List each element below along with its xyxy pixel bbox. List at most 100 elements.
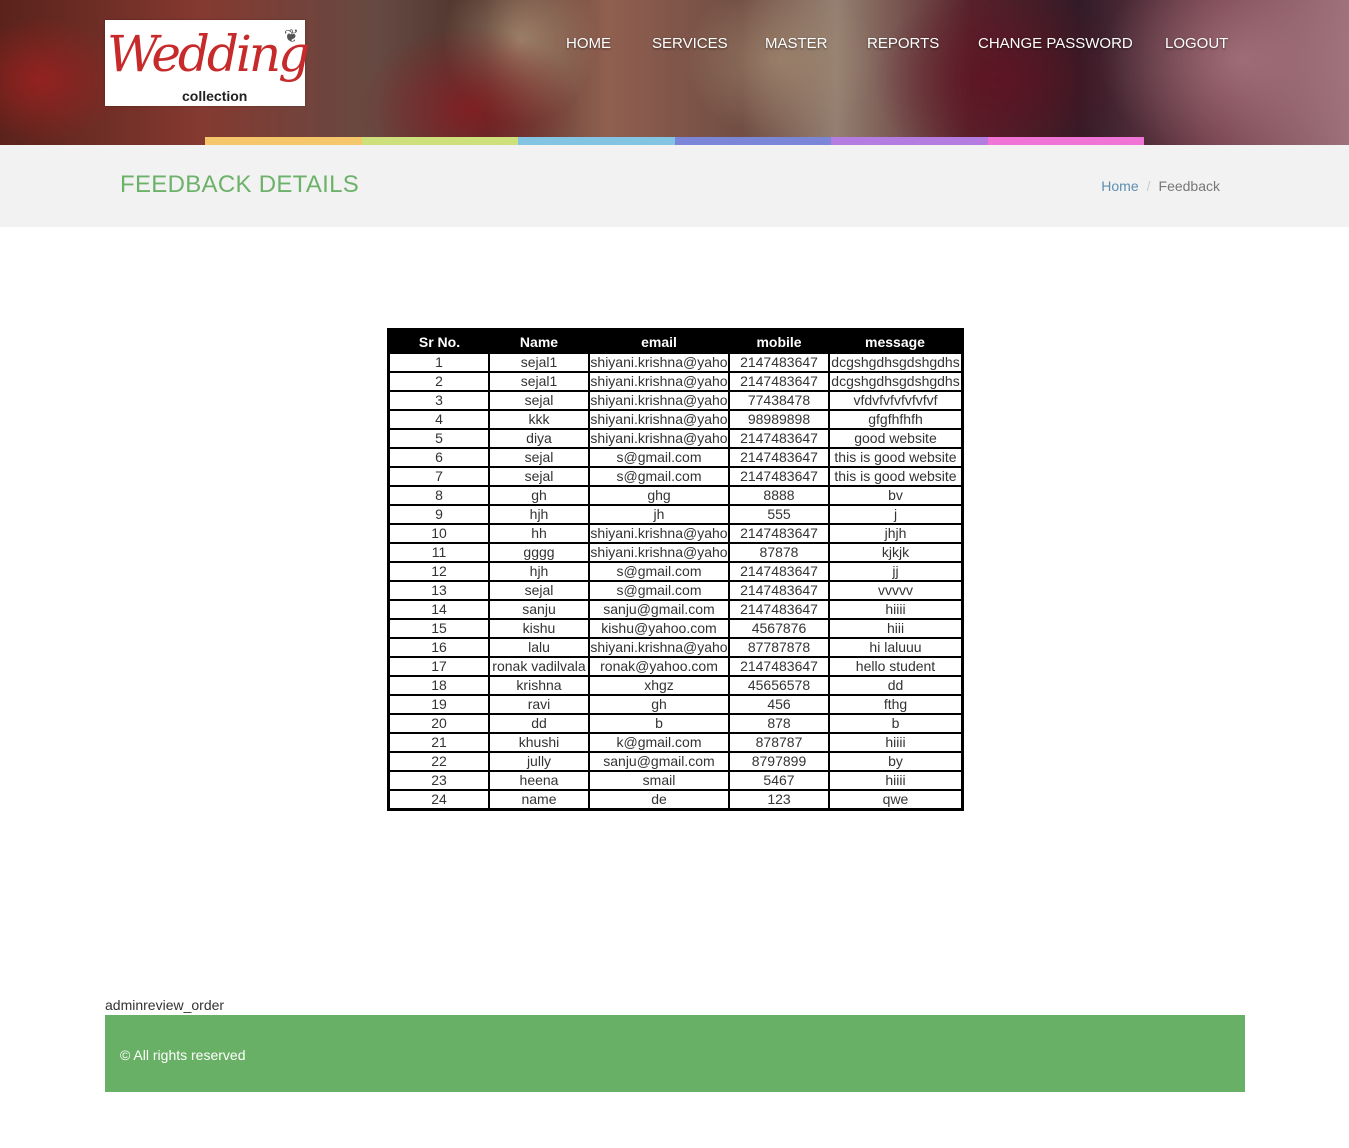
- cell-sr-no: 12: [387, 561, 490, 582]
- cell-sr-no: 4: [387, 409, 490, 430]
- cell-email: shiyani.krishna@yaho: [588, 371, 730, 392]
- cell-name: sejal: [488, 447, 590, 468]
- page-title: FEEDBACK DETAILS: [120, 171, 360, 198]
- nav-change-password[interactable]: CHANGE PASSWORD: [978, 35, 1133, 52]
- table-row: 11 gggg shiyani.krishna@yaho 87878 kjkjk: [387, 542, 964, 563]
- cell-name: hh: [488, 523, 590, 544]
- column-header-name: Name: [489, 329, 589, 353]
- cell-message: hiiii: [828, 732, 964, 753]
- table-row: 20 dd b 878 b: [387, 713, 964, 734]
- breadcrumb-current: Feedback: [1158, 178, 1220, 194]
- column-header-sr-no: Sr No.: [388, 329, 489, 353]
- nav-services[interactable]: SERVICES: [652, 35, 728, 52]
- cell-message: fthg: [828, 694, 964, 715]
- cell-message: dcgshgdhsgdshgdhs: [828, 352, 964, 373]
- cell-email: smail: [588, 770, 730, 791]
- cell-email: shiyani.krishna@yaho: [588, 390, 730, 411]
- cell-mobile: 2147483647: [728, 656, 830, 677]
- cell-sr-no: 24: [387, 789, 490, 811]
- nav-master[interactable]: MASTER: [765, 35, 828, 52]
- cell-email: s@gmail.com: [588, 447, 730, 468]
- cell-mobile: 456: [728, 694, 830, 715]
- site-logo[interactable]: Wedding ❦ collection: [105, 20, 310, 106]
- table-row: 2 sejal1 shiyani.krishna@yaho 2147483647 dcg…: [387, 371, 964, 392]
- cell-sr-no: 1: [387, 352, 490, 373]
- table-row: 16 lalu shiyani.krishna@yaho 87787878 hi lal…: [387, 637, 964, 658]
- cell-mobile: 123: [728, 789, 830, 811]
- cell-name: sejal1: [488, 371, 590, 392]
- color-strip-segment: [674, 137, 831, 145]
- table-row: 10 hh shiyani.krishna@yaho 2147483647 jhjh: [387, 523, 964, 544]
- table-header-row: Sr No. Name email mobile message: [388, 329, 963, 353]
- color-strip-segment: [987, 137, 1144, 145]
- cell-sr-no: 2: [387, 371, 490, 392]
- page-identifier-text: adminreview_order: [105, 997, 225, 1013]
- cell-mobile: 878: [728, 713, 830, 734]
- cell-email: de: [588, 789, 730, 811]
- table-row: 6 sejal s@gmail.com 2147483647 this is good …: [387, 447, 964, 468]
- cell-email: shiyani.krishna@yaho: [588, 523, 730, 544]
- cell-message: jhjh: [828, 523, 964, 544]
- table-row: 3 sejal shiyani.krishna@yaho 77438478 vfdvfv…: [387, 390, 964, 411]
- table-row: 24 name de 123 qwe: [387, 789, 964, 811]
- cell-mobile: 87787878: [728, 637, 830, 658]
- cell-message: dd: [828, 675, 964, 696]
- cell-mobile: 555: [728, 504, 830, 525]
- cell-email: shiyani.krishna@yaho: [588, 637, 730, 658]
- cell-email: jh: [588, 504, 730, 525]
- nav-home[interactable]: HOME: [566, 35, 611, 52]
- cell-name: ravi: [488, 694, 590, 715]
- table-row: 4 kkk shiyani.krishna@yaho 98989898 gfgfhfhf…: [387, 409, 964, 430]
- nav-reports[interactable]: REPORTS: [867, 35, 939, 52]
- copyright-text: © All rights reserved: [120, 1047, 246, 1063]
- cell-name: ronak vadilvala: [488, 656, 590, 677]
- cell-sr-no: 19: [387, 694, 490, 715]
- cell-mobile: 4567876: [728, 618, 830, 639]
- cell-email: s@gmail.com: [588, 561, 730, 582]
- cell-message: qwe: [828, 789, 964, 811]
- table-row: 23 heena smail 5467 hiiii: [387, 770, 964, 791]
- cell-sr-no: 6: [387, 447, 490, 468]
- breadcrumb-separator: /: [1146, 178, 1151, 194]
- cell-mobile: 2147483647: [728, 523, 830, 544]
- cell-name: lalu: [488, 637, 590, 658]
- cell-name: heena: [488, 770, 590, 791]
- table-row: 21 khushi k@gmail.com 878787 hiiii: [387, 732, 964, 753]
- cell-email: s@gmail.com: [588, 466, 730, 487]
- cell-name: sanju: [488, 599, 590, 620]
- cell-email: ghg: [588, 485, 730, 506]
- column-header-email: email: [589, 329, 729, 353]
- breadcrumb: Home / Feedback: [1101, 178, 1220, 194]
- cell-name: krishna: [488, 675, 590, 696]
- cell-name: sejal: [488, 466, 590, 487]
- table-row: 15 kishu kishu@yahoo.com 4567876 hiii: [387, 618, 964, 639]
- breadcrumb-home-link[interactable]: Home: [1101, 178, 1138, 194]
- color-strip-segment: [361, 137, 518, 145]
- cell-sr-no: 22: [387, 751, 490, 772]
- cell-message: vvvvv: [828, 580, 964, 601]
- table-row: 14 sanju sanju@gmail.com 2147483647 hiiii: [387, 599, 964, 620]
- table-row: 13 sejal s@gmail.com 2147483647 vvvvv: [387, 580, 964, 601]
- table-body: 1 sejal1 shiyani.krishna@yaho 2147483647 dcg…: [387, 352, 964, 811]
- color-strip-segment: [518, 137, 675, 145]
- cell-name: diya: [488, 428, 590, 449]
- cell-name: jully: [488, 751, 590, 772]
- cell-sr-no: 8: [387, 485, 490, 506]
- table-row: 8 gh ghg 8888 bv: [387, 485, 964, 506]
- cell-email: sanju@gmail.com: [588, 599, 730, 620]
- cell-mobile: 45656578: [728, 675, 830, 696]
- cell-sr-no: 21: [387, 732, 490, 753]
- feedback-table-container: Sr No. Name email mobile message 1 sejal1…: [387, 328, 964, 811]
- cell-email: gh: [588, 694, 730, 715]
- cell-mobile: 8797899: [728, 751, 830, 772]
- cell-name: hjh: [488, 561, 590, 582]
- cell-message: b: [828, 713, 964, 734]
- cell-message: hiii: [828, 618, 964, 639]
- cell-email: shiyani.krishna@yaho: [588, 428, 730, 449]
- cell-mobile: 2147483647: [728, 371, 830, 392]
- cell-message: by: [828, 751, 964, 772]
- nav-logout[interactable]: LOGOUT: [1165, 35, 1228, 52]
- cell-sr-no: 14: [387, 599, 490, 620]
- table-row: 5 diya shiyani.krishna@yaho 2147483647 good …: [387, 428, 964, 449]
- cell-sr-no: 16: [387, 637, 490, 658]
